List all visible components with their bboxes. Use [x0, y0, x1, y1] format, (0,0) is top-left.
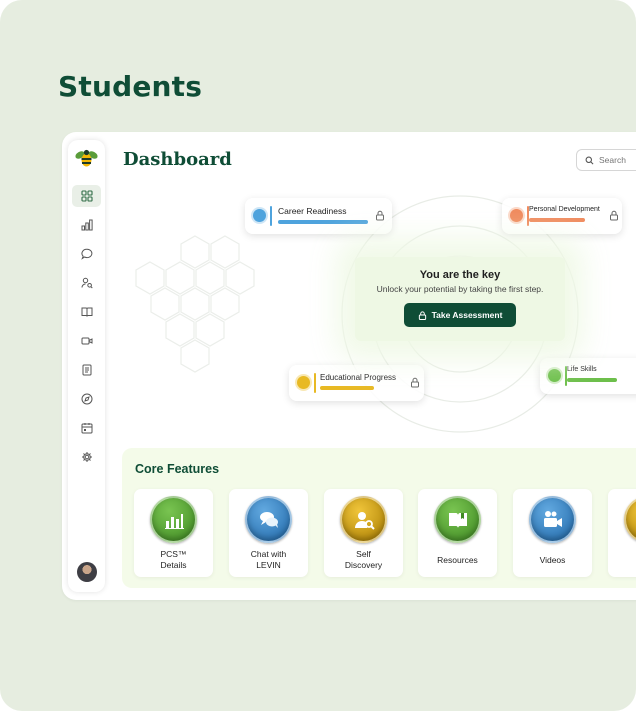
- feature-self-discovery[interactable]: Self Discovery: [324, 489, 403, 577]
- skill-dot: [510, 209, 523, 222]
- feature-icon-badge: [150, 496, 197, 543]
- skill-card-career-readiness[interactable]: Career Readiness: [245, 198, 392, 234]
- feature-icon-badge: [245, 496, 292, 543]
- take-assessment-label: Take Assessment: [431, 310, 503, 320]
- feature-journal[interactable]: J: [608, 489, 636, 577]
- skill-card-educational-progress[interactable]: Educational Progress: [289, 365, 424, 401]
- page-background: Students Dashboard Search Career Readine…: [0, 0, 636, 711]
- lock-icon: [411, 377, 419, 388]
- skill-dot: [253, 209, 266, 222]
- feature-label: Videos: [539, 554, 566, 565]
- feature-icon-badge: [624, 496, 636, 543]
- skill-card-life-skills[interactable]: Life Skills: [540, 358, 636, 394]
- skill-divider: [314, 373, 316, 393]
- gear-icon: [81, 452, 92, 462]
- skill-label: Career Readiness: [278, 206, 347, 216]
- lock-icon: [610, 210, 618, 221]
- book-icon: [448, 512, 467, 528]
- search-icon: [585, 156, 594, 164]
- skill-progress-bar: [529, 218, 585, 222]
- page-title: Students: [58, 70, 203, 103]
- search-input[interactable]: [599, 155, 636, 165]
- bar-chart-icon: [164, 513, 184, 529]
- key-title: You are the key: [419, 269, 501, 281]
- key-panel: You are the key Unlock your potential by…: [355, 257, 565, 341]
- dashboard-title: Dashboard: [123, 149, 232, 170]
- skill-dot: [297, 376, 310, 389]
- chat-bubbles-icon: [259, 511, 278, 528]
- feature-label: J: [608, 547, 636, 573]
- feature-resources[interactable]: Resources: [418, 489, 497, 577]
- feature-videos[interactable]: Videos: [513, 489, 592, 577]
- video-camera-icon: [543, 510, 562, 527]
- feature-label: Self Discovery: [344, 549, 383, 570]
- skill-label: Personal Development: [529, 206, 600, 213]
- app-window: Dashboard Search Career Readiness Person…: [62, 132, 636, 600]
- feature-label: Resources: [437, 554, 478, 565]
- user-search-icon: [354, 511, 375, 530]
- avatar[interactable]: [77, 562, 97, 582]
- search-box[interactable]: [576, 149, 636, 171]
- skill-progress-bar: [320, 386, 374, 390]
- bee-logo-icon[interactable]: [74, 146, 99, 171]
- skill-progress-bar: [567, 378, 617, 382]
- feature-chat-with-levin[interactable]: Chat with LEVIN: [229, 489, 308, 577]
- core-features-section: Core Features PCS™ Details Chat with LEV…: [122, 448, 636, 588]
- skill-label: Life Skills: [567, 366, 597, 373]
- skill-progress-bar: [278, 220, 368, 224]
- skill-card-personal-development[interactable]: Personal Development: [502, 198, 622, 234]
- feature-icon-badge: [434, 496, 481, 543]
- honeycomb-pattern: [135, 235, 255, 373]
- skill-dot: [548, 369, 561, 382]
- feature-label: PCS™ Details: [160, 549, 187, 570]
- skill-divider: [270, 206, 272, 226]
- lock-icon: [376, 210, 384, 221]
- feature-icon-badge: [529, 496, 576, 543]
- key-subtitle: Unlock your potential by taking the firs…: [376, 284, 544, 294]
- feature-label: Chat with LEVIN: [250, 549, 287, 570]
- feature-pcs-details[interactable]: PCS™ Details: [134, 489, 213, 577]
- feature-icon-badge: [340, 496, 387, 543]
- lock-icon: [418, 310, 426, 320]
- take-assessment-button[interactable]: Take Assessment: [404, 303, 516, 327]
- skill-label: Educational Progress: [320, 373, 397, 382]
- core-features-title: Core Features: [135, 462, 220, 476]
